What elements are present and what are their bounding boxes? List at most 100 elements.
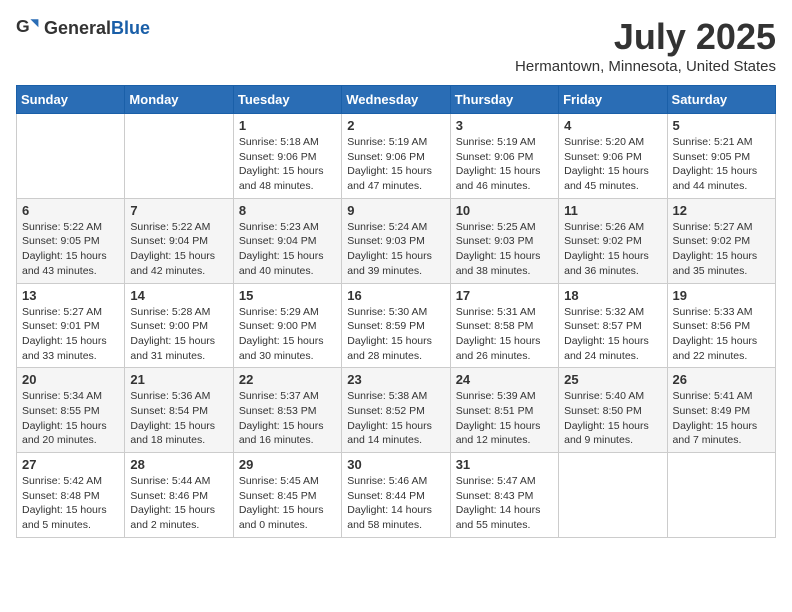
cell-sunrise: Sunrise: 5:39 AM xyxy=(456,390,536,402)
calendar-cell: 10 Sunrise: 5:25 AM Sunset: 9:03 PM Dayl… xyxy=(450,198,558,283)
calendar-cell: 1 Sunrise: 5:18 AM Sunset: 9:06 PM Dayli… xyxy=(233,114,341,199)
cell-sunset: Sunset: 8:59 PM xyxy=(347,320,425,332)
cell-sunrise: Sunrise: 5:23 AM xyxy=(239,221,319,233)
cell-daylight: Daylight: 15 hours and 44 minutes. xyxy=(673,165,758,192)
cell-daylight: Daylight: 15 hours and 46 minutes. xyxy=(456,165,541,192)
cell-sunrise: Sunrise: 5:19 AM xyxy=(456,136,536,148)
cell-daylight: Daylight: 15 hours and 31 minutes. xyxy=(130,335,215,362)
cell-sunset: Sunset: 9:06 PM xyxy=(239,151,317,163)
day-number: 29 xyxy=(239,457,336,472)
day-number: 8 xyxy=(239,203,336,218)
calendar-cell: 19 Sunrise: 5:33 AM Sunset: 8:56 PM Dayl… xyxy=(667,283,775,368)
cell-daylight: Daylight: 15 hours and 35 minutes. xyxy=(673,250,758,277)
cell-sunset: Sunset: 9:06 PM xyxy=(347,151,425,163)
logo-icon: G xyxy=(16,16,40,40)
cell-sunset: Sunset: 8:43 PM xyxy=(456,490,534,502)
cell-sunrise: Sunrise: 5:47 AM xyxy=(456,475,536,487)
calendar-week-row: 20 Sunrise: 5:34 AM Sunset: 8:55 PM Dayl… xyxy=(17,368,776,453)
cell-sunrise: Sunrise: 5:22 AM xyxy=(22,221,102,233)
cell-sunset: Sunset: 9:06 PM xyxy=(456,151,534,163)
cell-daylight: Daylight: 15 hours and 22 minutes. xyxy=(673,335,758,362)
calendar-cell: 24 Sunrise: 5:39 AM Sunset: 8:51 PM Dayl… xyxy=(450,368,558,453)
calendar-cell xyxy=(667,453,775,538)
cell-sunset: Sunset: 9:00 PM xyxy=(130,320,208,332)
calendar-cell: 29 Sunrise: 5:45 AM Sunset: 8:45 PM Dayl… xyxy=(233,453,341,538)
cell-daylight: Daylight: 15 hours and 2 minutes. xyxy=(130,504,215,531)
calendar-cell: 17 Sunrise: 5:31 AM Sunset: 8:58 PM Dayl… xyxy=(450,283,558,368)
cell-sunset: Sunset: 9:05 PM xyxy=(673,151,751,163)
cell-sunset: Sunset: 9:01 PM xyxy=(22,320,100,332)
day-number: 15 xyxy=(239,288,336,303)
day-number: 19 xyxy=(673,288,770,303)
weekday-header-row: SundayMondayTuesdayWednesdayThursdayFrid… xyxy=(17,86,776,114)
calendar-week-row: 13 Sunrise: 5:27 AM Sunset: 9:01 PM Dayl… xyxy=(17,283,776,368)
weekday-header-monday: Monday xyxy=(125,86,233,114)
calendar-cell: 18 Sunrise: 5:32 AM Sunset: 8:57 PM Dayl… xyxy=(559,283,667,368)
calendar-cell: 14 Sunrise: 5:28 AM Sunset: 9:00 PM Dayl… xyxy=(125,283,233,368)
weekday-header-tuesday: Tuesday xyxy=(233,86,341,114)
cell-sunrise: Sunrise: 5:36 AM xyxy=(130,390,210,402)
cell-sunrise: Sunrise: 5:27 AM xyxy=(22,306,102,318)
cell-sunset: Sunset: 8:44 PM xyxy=(347,490,425,502)
cell-sunset: Sunset: 8:55 PM xyxy=(22,405,100,417)
cell-daylight: Daylight: 15 hours and 7 minutes. xyxy=(673,420,758,447)
calendar-cell xyxy=(17,114,125,199)
cell-daylight: Daylight: 15 hours and 0 minutes. xyxy=(239,504,324,531)
cell-sunrise: Sunrise: 5:42 AM xyxy=(22,475,102,487)
day-number: 16 xyxy=(347,288,444,303)
calendar-cell: 27 Sunrise: 5:42 AM Sunset: 8:48 PM Dayl… xyxy=(17,453,125,538)
cell-sunrise: Sunrise: 5:29 AM xyxy=(239,306,319,318)
cell-sunrise: Sunrise: 5:44 AM xyxy=(130,475,210,487)
cell-sunrise: Sunrise: 5:37 AM xyxy=(239,390,319,402)
cell-sunset: Sunset: 9:04 PM xyxy=(130,235,208,247)
calendar-cell: 15 Sunrise: 5:29 AM Sunset: 9:00 PM Dayl… xyxy=(233,283,341,368)
calendar-cell: 16 Sunrise: 5:30 AM Sunset: 8:59 PM Dayl… xyxy=(342,283,450,368)
calendar-cell: 2 Sunrise: 5:19 AM Sunset: 9:06 PM Dayli… xyxy=(342,114,450,199)
calendar-cell: 30 Sunrise: 5:46 AM Sunset: 8:44 PM Dayl… xyxy=(342,453,450,538)
cell-daylight: Daylight: 15 hours and 18 minutes. xyxy=(130,420,215,447)
calendar-cell: 5 Sunrise: 5:21 AM Sunset: 9:05 PM Dayli… xyxy=(667,114,775,199)
day-number: 24 xyxy=(456,372,553,387)
day-number: 25 xyxy=(564,372,661,387)
day-number: 11 xyxy=(564,203,661,218)
cell-sunset: Sunset: 8:52 PM xyxy=(347,405,425,417)
month-title: July 2025 xyxy=(515,16,776,58)
cell-sunset: Sunset: 8:49 PM xyxy=(673,405,751,417)
cell-sunrise: Sunrise: 5:33 AM xyxy=(673,306,753,318)
cell-daylight: Daylight: 15 hours and 16 minutes. xyxy=(239,420,324,447)
cell-daylight: Daylight: 15 hours and 36 minutes. xyxy=(564,250,649,277)
cell-daylight: Daylight: 15 hours and 14 minutes. xyxy=(347,420,432,447)
cell-daylight: Daylight: 15 hours and 9 minutes. xyxy=(564,420,649,447)
calendar-table: SundayMondayTuesdayWednesdayThursdayFrid… xyxy=(16,85,776,538)
cell-sunset: Sunset: 8:57 PM xyxy=(564,320,642,332)
cell-sunset: Sunset: 8:53 PM xyxy=(239,405,317,417)
cell-sunset: Sunset: 9:03 PM xyxy=(456,235,534,247)
cell-daylight: Daylight: 15 hours and 24 minutes. xyxy=(564,335,649,362)
cell-daylight: Daylight: 15 hours and 48 minutes. xyxy=(239,165,324,192)
logo: G General Blue xyxy=(16,16,150,40)
cell-sunset: Sunset: 8:54 PM xyxy=(130,405,208,417)
svg-text:G: G xyxy=(16,16,30,36)
cell-daylight: Daylight: 15 hours and 28 minutes. xyxy=(347,335,432,362)
day-number: 17 xyxy=(456,288,553,303)
cell-sunset: Sunset: 8:58 PM xyxy=(456,320,534,332)
calendar-cell: 11 Sunrise: 5:26 AM Sunset: 9:02 PM Dayl… xyxy=(559,198,667,283)
cell-sunrise: Sunrise: 5:21 AM xyxy=(673,136,753,148)
day-number: 28 xyxy=(130,457,227,472)
cell-sunset: Sunset: 9:02 PM xyxy=(564,235,642,247)
cell-sunrise: Sunrise: 5:34 AM xyxy=(22,390,102,402)
calendar-cell xyxy=(559,453,667,538)
cell-daylight: Daylight: 15 hours and 42 minutes. xyxy=(130,250,215,277)
day-number: 22 xyxy=(239,372,336,387)
calendar-cell xyxy=(125,114,233,199)
day-number: 21 xyxy=(130,372,227,387)
calendar-week-row: 6 Sunrise: 5:22 AM Sunset: 9:05 PM Dayli… xyxy=(17,198,776,283)
day-number: 30 xyxy=(347,457,444,472)
day-number: 23 xyxy=(347,372,444,387)
day-number: 13 xyxy=(22,288,119,303)
day-number: 1 xyxy=(239,118,336,133)
cell-daylight: Daylight: 15 hours and 12 minutes. xyxy=(456,420,541,447)
day-number: 5 xyxy=(673,118,770,133)
title-block: July 2025 Hermantown, Minnesota, United … xyxy=(515,16,776,75)
cell-sunset: Sunset: 9:00 PM xyxy=(239,320,317,332)
